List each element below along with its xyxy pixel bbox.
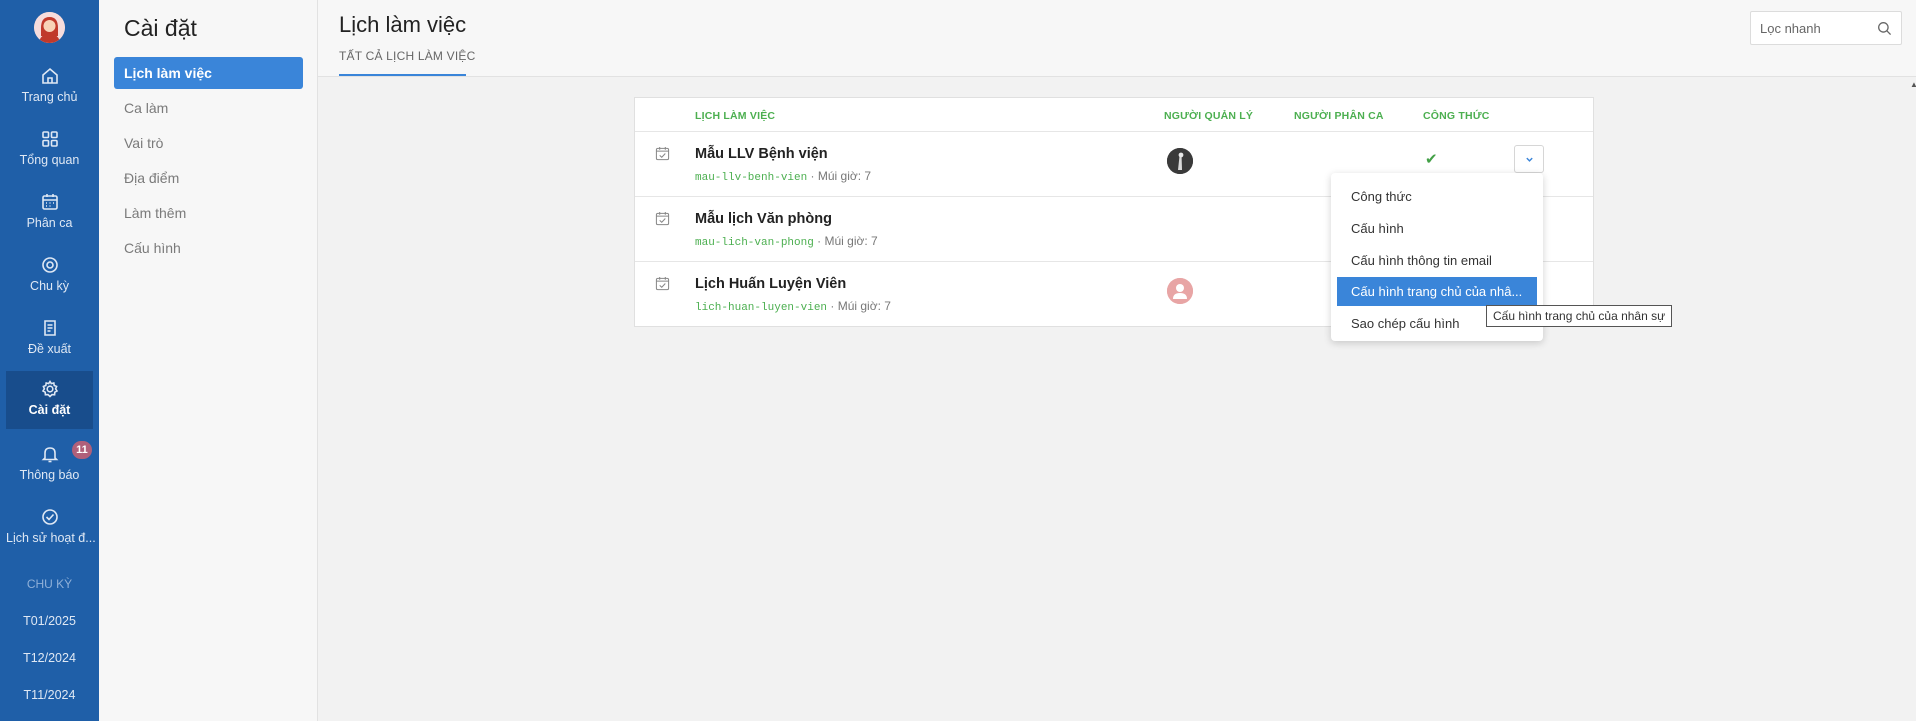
column-header-assigner[interactable]: NGƯỜI PHÂN CA [1294, 110, 1384, 122]
schedule-name[interactable]: Lịch Huấn Luyện Viên [695, 276, 846, 292]
notification-count-badge: 11 [72, 441, 92, 459]
tab-all-schedules[interactable]: TẤT CẢ LỊCH LÀM VIỆC [339, 49, 475, 63]
schedule-meta: mau-lich-van-phong · Múi giờ: 7 [695, 234, 878, 249]
cycle-item[interactable]: T11/2024 [0, 688, 99, 702]
home-icon [40, 66, 60, 86]
cycle-item[interactable]: T01/2025 [0, 614, 99, 628]
row-actions-dropdown-button[interactable] [1514, 145, 1544, 173]
quick-filter [1750, 11, 1902, 45]
calendar-check-icon [655, 146, 670, 161]
schedule-name[interactable]: Mẫu LLV Bệnh viện [695, 146, 828, 162]
rail-item-shift[interactable]: Phân ca [6, 184, 93, 242]
schedule-code: lich-huan-luyen-vien [695, 302, 828, 314]
settings-item-shift[interactable]: Ca làm [114, 92, 303, 124]
manager-avatar[interactable] [1167, 278, 1193, 304]
schedule-timezone: · Múi giờ: 7 [813, 234, 878, 248]
schedule-name[interactable]: Mẫu lịch Văn phòng [695, 211, 832, 227]
grid-icon [40, 129, 60, 149]
user-placeholder-icon [1167, 278, 1193, 304]
active-tab-indicator [339, 74, 466, 76]
nav-rail: Trang chủ Tổng quan Phân ca Chu kỳ Đề xu… [0, 0, 99, 721]
settings-item-overtime[interactable]: Làm thêm [114, 197, 303, 229]
formula-check-icon: ✔ [1425, 151, 1438, 168]
rail-item-home[interactable]: Trang chủ [6, 58, 93, 116]
gear-icon [40, 379, 60, 399]
scrollbar-up-arrow-icon[interactable]: ▲ [1910, 80, 1916, 89]
menu-item-homepage-config[interactable]: Cấu hình trang chủ của nhâ... [1337, 277, 1537, 306]
settings-item-config[interactable]: Cấu hình [114, 232, 303, 264]
rail-item-proposal[interactable]: Đề xuất [6, 310, 93, 368]
document-icon [40, 318, 60, 338]
settings-item-role[interactable]: Vai trò [114, 127, 303, 159]
page-header: Lịch làm việc TẤT CẢ LỊCH LÀM VIỆC [318, 0, 1916, 77]
menu-item-tooltip: Cấu hình trang chủ của nhân sự [1486, 305, 1673, 327]
cycle-item[interactable]: T12/2024 [0, 651, 99, 665]
search-icon[interactable] [1877, 21, 1892, 36]
settings-sidebar: Cài đặt Lịch làm việc Ca làm Vai trò Địa… [99, 0, 318, 721]
rail-item-cycle[interactable]: Chu kỳ [6, 247, 93, 305]
check-circle-icon [40, 507, 60, 527]
cycle-heading: CHU KỲ [26, 577, 73, 591]
schedule-timezone: · Múi giờ: 7 [827, 299, 891, 313]
menu-item-email-config[interactable]: Cấu hình thông tin email [1337, 246, 1537, 275]
settings-item-location[interactable]: Địa điểm [114, 162, 303, 194]
rail-item-activity-history[interactable]: Lịch sử hoạt đ... [6, 499, 96, 557]
menu-item-config[interactable]: Cấu hình [1337, 214, 1537, 243]
person-photo-icon [1167, 148, 1193, 174]
user-avatar[interactable] [34, 12, 65, 43]
avatar-illustration-icon [34, 12, 65, 43]
schedule-code: mau-lich-van-phong [695, 237, 814, 249]
page-title: Lịch làm việc [339, 12, 467, 37]
column-header-manager[interactable]: NGƯỜI QUẢN LÝ [1164, 110, 1253, 122]
rail-item-overview[interactable]: Tổng quan [6, 121, 93, 179]
schedule-timezone: · Múi giờ: 7 [807, 169, 872, 183]
settings-item-schedule[interactable]: Lịch làm việc [114, 57, 303, 89]
quick-filter-input[interactable] [1760, 12, 1870, 44]
circle-icon [40, 255, 60, 275]
menu-item-formula[interactable]: Công thức [1337, 182, 1537, 211]
bell-icon [40, 444, 60, 464]
calendar-check-icon [655, 276, 670, 291]
calendar-icon [40, 192, 60, 212]
chevron-down-icon [1526, 157, 1533, 162]
settings-title: Cài đặt [124, 15, 197, 41]
column-header-formula[interactable]: CÔNG THỨC [1423, 110, 1490, 122]
manager-avatar[interactable] [1167, 148, 1193, 174]
schedule-code: mau-llv-benh-vien [695, 172, 808, 184]
calendar-check-icon [655, 211, 670, 226]
column-header-schedule[interactable]: LỊCH LÀM VIỆC [695, 110, 775, 122]
table-header: LỊCH LÀM VIỆC NGƯỜI QUẢN LÝ NGƯỜI PHÂN C… [635, 98, 1593, 132]
schedule-meta: lich-huan-luyen-vien · Múi giờ: 7 [695, 299, 891, 314]
rail-item-settings[interactable]: Cài đặt [6, 371, 93, 429]
schedule-meta: mau-llv-benh-vien · Múi giờ: 7 [695, 169, 871, 184]
